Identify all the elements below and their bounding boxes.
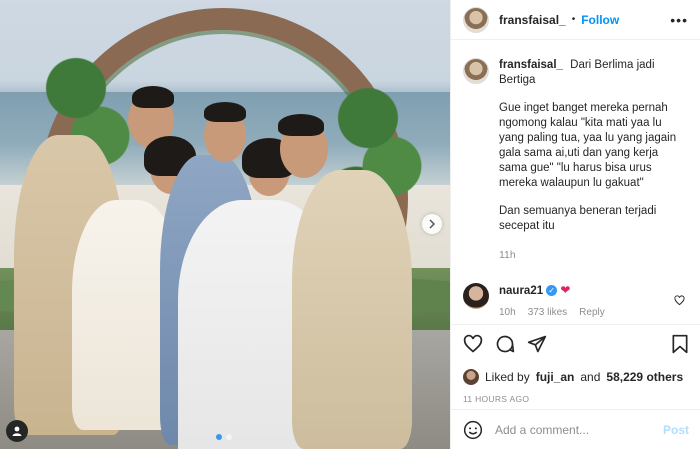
caption-username[interactable]: fransfaisal_: [499, 59, 563, 71]
person-5: [292, 170, 412, 449]
verified-icon: ✓: [546, 285, 558, 297]
carousel-indicator: [216, 434, 232, 440]
comment-item: naura21 ✓ ❤ 10h 373 likes Reply: [463, 283, 689, 318]
user-icon: [12, 426, 22, 436]
like-heart-icon[interactable]: [463, 334, 483, 354]
comments-list[interactable]: fransfaisal_ Dari Berlima jadi Bertiga G…: [451, 46, 700, 324]
caption: fransfaisal_ Dari Berlima jadi Bertiga G…: [463, 58, 689, 247]
post-timestamp[interactable]: 11 HOURS AGO: [463, 394, 689, 404]
carousel-dot: [226, 434, 232, 440]
more-options-button[interactable]: •••: [670, 12, 688, 28]
caption-para1: Gue inget banget mereka pernah ngomong k…: [499, 102, 677, 189]
liker-avatar[interactable]: [463, 369, 479, 385]
post-panel: fransfaisal_ • Follow ••• fransfaisal_ D…: [450, 0, 700, 449]
next-photo-button[interactable]: [422, 214, 442, 234]
emoji-icon[interactable]: [463, 420, 483, 440]
bookmark-icon[interactable]: [671, 334, 689, 354]
share-icon[interactable]: [527, 334, 547, 354]
person-5-hair: [278, 114, 324, 136]
reply-button[interactable]: Reply: [579, 307, 605, 318]
post-photo[interactable]: [0, 0, 450, 449]
comment-likes[interactable]: 373 likes: [528, 307, 567, 318]
header-username[interactable]: fransfaisal_: [499, 13, 566, 27]
follow-button[interactable]: Follow: [581, 13, 619, 27]
caption-text: fransfaisal_ Dari Berlima jadi Bertiga G…: [499, 58, 689, 247]
comment-input[interactable]: Add a comment...: [495, 423, 651, 437]
carousel-dot: [216, 434, 222, 440]
post-actions: Liked by fuji_an and 58,229 others 11 HO…: [451, 324, 700, 412]
comment-avatar[interactable]: [463, 283, 489, 309]
person-1-hair: [132, 86, 174, 108]
person-3-hair: [204, 102, 246, 122]
likes-prefix: Liked by: [485, 370, 530, 384]
chevron-right-icon: [429, 219, 436, 229]
comment-username[interactable]: naura21: [499, 285, 543, 297]
heart-icon[interactable]: [674, 295, 685, 306]
comment-text: ❤: [560, 283, 571, 297]
liker-username[interactable]: fuji_an: [536, 370, 575, 384]
avatar[interactable]: [463, 6, 489, 33]
likes-and: and: [580, 370, 601, 384]
comment-time: 10h: [499, 307, 516, 318]
likes-count[interactable]: 58,229 others: [606, 370, 683, 384]
post-comment-button[interactable]: Post: [663, 423, 689, 437]
header-separator: •: [571, 14, 576, 25]
post-header: fransfaisal_ • Follow •••: [451, 0, 700, 40]
likes-summary: Liked by fuji_an and 58,229 others: [463, 369, 689, 385]
comment-icon[interactable]: [495, 334, 515, 354]
caption-time: 11h: [499, 249, 516, 261]
caption-avatar[interactable]: [463, 58, 489, 84]
add-comment-bar: Add a comment... Post: [451, 409, 700, 449]
caption-para2: Dan semuanya beneran terjadi secepat itu: [499, 205, 657, 232]
tagged-users-button[interactable]: [6, 420, 28, 442]
